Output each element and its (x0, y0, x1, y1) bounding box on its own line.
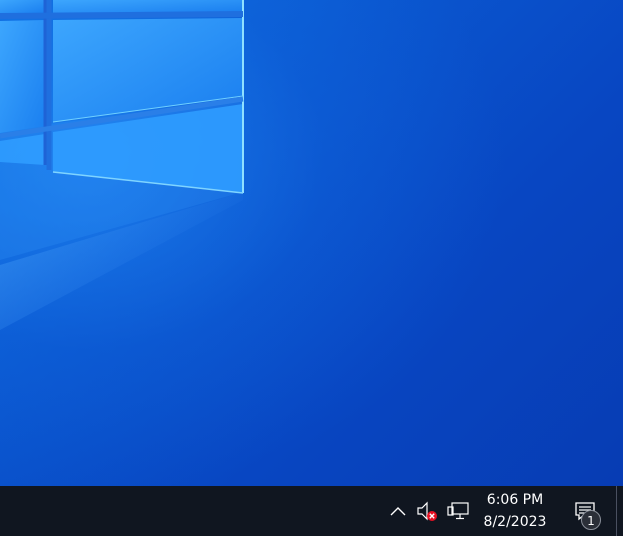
clock-date: 8/2/2023 (483, 514, 547, 530)
show-desktop-button[interactable] (616, 486, 617, 536)
clock[interactable]: 6:06 PM 8/2/2023 (478, 486, 552, 536)
volume-button[interactable] (414, 486, 440, 536)
speaker-muted-icon (417, 501, 437, 521)
ethernet-network-icon (447, 502, 469, 520)
windows-logo-wallpaper (0, 0, 244, 330)
notification-count-badge: 1 (581, 510, 601, 530)
chevron-up-icon (390, 507, 406, 516)
network-button[interactable] (444, 486, 472, 536)
show-hidden-icons-button[interactable] (386, 486, 410, 536)
clock-time: 6:06 PM (486, 492, 544, 508)
action-center-button[interactable]: 1 (566, 486, 604, 536)
desktop (0, 0, 623, 486)
taskbar: 6:06 PM 8/2/2023 1 (0, 486, 623, 536)
